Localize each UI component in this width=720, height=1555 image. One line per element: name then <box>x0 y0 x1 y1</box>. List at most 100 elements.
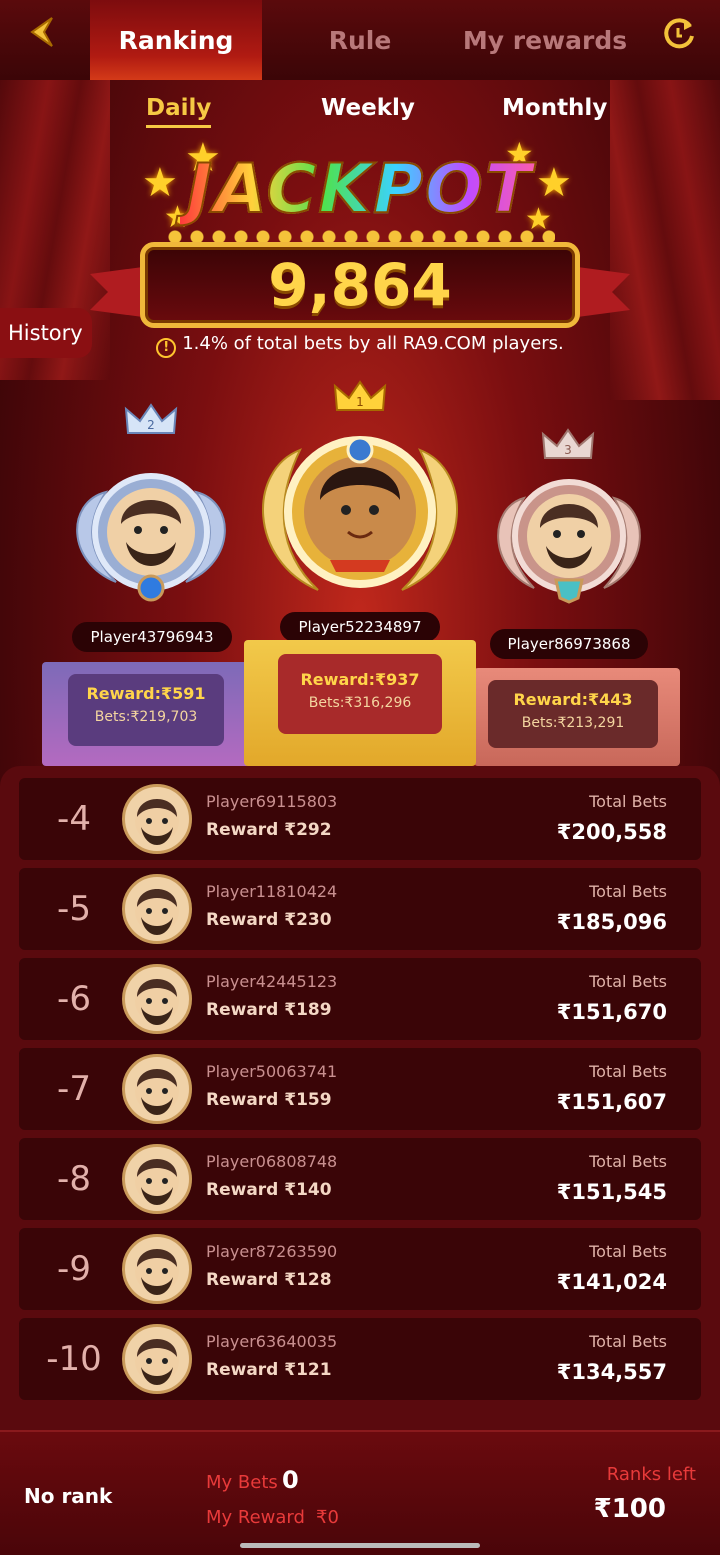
ranking-list[interactable]: -4 Player69115803 Reward ₹292 Total Bets… <box>0 766 720 1436</box>
tab-daily[interactable]: Daily <box>146 95 212 128</box>
tab-weekly[interactable]: Weekly <box>321 95 415 121</box>
podium-card-3: Reward:₹443 Bets:₹213,291 <box>488 680 658 748</box>
avatar <box>122 964 192 1034</box>
ranking-screen: Ranking Rule My rewards Daily Weekly Mon… <box>0 0 720 1555</box>
podium-reward-2: Reward:₹591 <box>86 684 206 703</box>
podium-player-3: Player86973868 <box>490 629 648 659</box>
my-rank-bar: No rank My Bets 0 My Reward ₹0 Ranks lef… <box>0 1430 720 1555</box>
list-rank: -6 <box>57 979 91 1019</box>
list-total-bets-value: ₹200,558 <box>556 820 667 844</box>
avatar <box>122 784 192 854</box>
star-icon: ★ <box>536 160 572 206</box>
list-player-name: Player50063741 <box>206 1062 338 1081</box>
list-total-bets-value: ₹141,024 <box>556 1270 667 1294</box>
podium-block-2: Reward:₹591 Bets:₹219,703 <box>42 662 250 766</box>
list-player-name: Player63640035 <box>206 1332 338 1351</box>
list-total-bets-value: ₹134,557 <box>556 1360 667 1384</box>
list-total-bets-label: Total Bets <box>589 972 667 991</box>
top-nav: Ranking Rule My rewards <box>0 0 720 80</box>
jackpot-note: ! 1.4% of total bets by all RA9.COM playe… <box>0 333 720 358</box>
ranks-left-value: ₹100 <box>593 1494 666 1524</box>
tab-my-rewards[interactable]: My rewards <box>450 0 640 80</box>
list-reward: Reward ₹292 <box>206 820 332 840</box>
podium-block-3: Reward:₹443 Bets:₹213,291 <box>474 668 680 766</box>
crown-rank-3: 3 <box>564 443 572 457</box>
list-rank: -10 <box>46 1339 102 1379</box>
period-tabs: Daily Weekly Monthly <box>0 95 720 135</box>
avatar <box>122 1324 192 1394</box>
jackpot-note-text: 1.4% of total bets by all RA9.COM player… <box>182 333 564 354</box>
avatar <box>122 874 192 944</box>
list-player-name: Player11810424 <box>206 882 338 901</box>
podium-reward-1: Reward:₹937 <box>300 670 420 689</box>
jackpot-title: JACKPOT <box>180 145 540 235</box>
my-reward-label: My Reward <box>206 1507 305 1528</box>
podium-card-2: Reward:₹591 Bets:₹219,703 <box>68 674 224 746</box>
podium-reward-3: Reward:₹443 <box>513 690 633 709</box>
my-bets-value: 0 <box>282 1466 299 1494</box>
avatar <box>122 1054 192 1124</box>
list-total-bets-label: Total Bets <box>589 1332 667 1351</box>
list-player-name: Player06808748 <box>206 1152 338 1171</box>
list-reward: Reward ₹140 <box>206 1180 332 1200</box>
list-total-bets-label: Total Bets <box>589 1242 667 1261</box>
list-player-name: Player87263590 <box>206 1242 338 1261</box>
gold-wings <box>262 436 458 591</box>
list-total-bets-value: ₹151,607 <box>556 1090 667 1114</box>
list-player-name: Player69115803 <box>206 792 338 811</box>
podium-card-1: Reward:₹937 Bets:₹316,296 <box>278 654 442 734</box>
list-item[interactable]: -8 Player06808748 Reward ₹140 Total Bets… <box>19 1138 701 1220</box>
list-total-bets-value: ₹151,670 <box>556 1000 667 1024</box>
list-item[interactable]: -10 Player63640035 Reward ₹121 Total Bet… <box>19 1318 701 1400</box>
home-indicator[interactable] <box>240 1543 480 1548</box>
list-rank: -7 <box>57 1069 91 1109</box>
avatar <box>122 1234 192 1304</box>
list-reward: Reward ₹189 <box>206 1000 332 1020</box>
back-arrow-icon[interactable] <box>22 12 62 52</box>
list-total-bets-label: Total Bets <box>589 882 667 901</box>
list-item[interactable]: -5 Player11810424 Reward ₹230 Total Bets… <box>19 868 701 950</box>
list-reward: Reward ₹121 <box>206 1360 332 1380</box>
podium-player-1: Player52234897 <box>280 612 440 642</box>
crown-icon: 2 <box>124 403 178 434</box>
list-rank: -4 <box>57 799 91 839</box>
jackpot-value: 9,864 <box>268 251 452 319</box>
silver-wings <box>76 473 226 602</box>
my-bets-label: My Bets <box>206 1472 278 1493</box>
tab-monthly[interactable]: Monthly <box>502 95 607 121</box>
list-total-bets-value: ₹151,545 <box>556 1180 667 1204</box>
list-rank: -8 <box>57 1159 91 1199</box>
podium-block-1: Reward:₹937 Bets:₹316,296 <box>244 640 476 766</box>
my-reward-value: ₹0 <box>316 1507 339 1528</box>
list-reward: Reward ₹230 <box>206 910 332 930</box>
no-rank-label: No rank <box>24 1484 113 1508</box>
list-total-bets-label: Total Bets <box>589 1062 667 1081</box>
avatar <box>122 1144 192 1214</box>
refresh-icon[interactable] <box>660 14 698 52</box>
list-total-bets-value: ₹185,096 <box>556 910 667 934</box>
info-icon: ! <box>156 338 177 358</box>
list-rank: -9 <box>57 1249 91 1289</box>
history-button[interactable]: History <box>0 308 92 358</box>
ranks-left-label: Ranks left <box>606 1464 696 1485</box>
bronze-wings <box>497 479 641 604</box>
podium-player-2: Player43796943 <box>72 622 232 652</box>
crown-rank-2: 2 <box>147 418 155 432</box>
list-total-bets-label: Total Bets <box>589 1152 667 1171</box>
list-item[interactable]: -4 Player69115803 Reward ₹292 Total Bets… <box>19 778 701 860</box>
crown-icon: 3 <box>541 428 595 459</box>
podium-bets-3: Bets:₹213,291 <box>521 715 625 731</box>
podium-bets-2: Bets:₹219,703 <box>94 709 198 725</box>
tab-ranking[interactable]: Ranking <box>90 0 262 80</box>
list-total-bets-label: Total Bets <box>589 792 667 811</box>
list-reward: Reward ₹159 <box>206 1090 332 1110</box>
list-item[interactable]: -9 Player87263590 Reward ₹128 Total Bets… <box>19 1228 701 1310</box>
list-rank: -5 <box>57 889 91 929</box>
list-item[interactable]: -6 Player42445123 Reward ₹189 Total Bets… <box>19 958 701 1040</box>
tab-rule[interactable]: Rule <box>290 0 430 80</box>
crown-icon: 1 <box>333 380 387 411</box>
crown-rank-1: 1 <box>356 395 364 409</box>
list-player-name: Player42445123 <box>206 972 338 991</box>
list-reward: Reward ₹128 <box>206 1270 332 1290</box>
list-item[interactable]: -7 Player50063741 Reward ₹159 Total Bets… <box>19 1048 701 1130</box>
